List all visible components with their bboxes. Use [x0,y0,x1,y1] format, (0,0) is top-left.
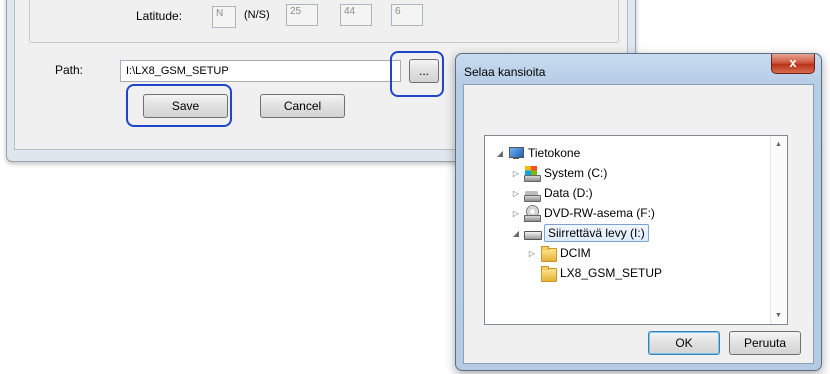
expand-arrow-icon[interactable]: ▷ [511,189,521,198]
tree-scrollbar[interactable]: ▲ ▼ [770,136,787,324]
hemisphere-hint: (N/S) [244,9,270,21]
close-icon: x [789,55,797,70]
peruuta-button[interactable]: Peruuta [729,331,801,355]
latitude-label: Latitude: [136,9,183,23]
folder-icon [540,245,557,262]
tree-item-label-selected: Siirrettävä levy (I:) [544,224,649,242]
scroll-down-icon[interactable]: ▼ [775,312,782,319]
tree-item-label: System (C:) [544,166,608,180]
path-input[interactable]: I:\LX8_GSM_SETUP [120,60,401,82]
computer-icon [508,145,524,161]
latitude-seconds-field[interactable]: 6 [391,4,423,26]
close-button[interactable]: x [771,54,815,74]
save-highlight-marker [126,84,232,127]
expand-arrow-icon[interactable]: ▷ [511,209,521,218]
coordinates-group: Latitude: N (N/S) 25 44 6 [29,0,619,43]
tree-item-label: DVD-RW-asema (F:) [544,206,655,220]
tree-item-removable-i[interactable]: ◢ Siirrettävä levy (I:) [511,223,649,243]
tree-item-data-d[interactable]: ▷ Data (D:) [511,183,593,203]
folder-browser-dialog: Selaa kansioita x ◢ Tietokone ▷ System (… [455,53,822,371]
scroll-up-icon[interactable]: ▲ [775,141,782,148]
latitude-hemisphere-field[interactable]: N [212,6,236,28]
tree-item-label: Data (D:) [544,186,593,200]
latitude-minutes-field[interactable]: 44 [340,4,372,26]
collapse-arrow-icon[interactable]: ◢ [495,149,505,158]
dvd-drive-icon [524,205,541,222]
folder-tree[interactable]: ◢ Tietokone ▷ System (C:) ▷ Data (D:) ▷ … [484,135,788,325]
tree-item-dvd-f[interactable]: ▷ DVD-RW-asema (F:) [511,203,655,223]
expand-arrow-icon[interactable]: ▷ [527,249,537,258]
ok-button[interactable]: OK [648,331,720,355]
tree-item-system-c[interactable]: ▷ System (C:) [511,163,607,183]
tree-item-label: Tietokone [528,146,581,160]
browse-highlight-marker [390,51,444,97]
dialog-body: ◢ Tietokone ▷ System (C:) ▷ Data (D:) ▷ … [463,84,814,364]
tree-item-lx8-gsm-setup[interactable]: LX8_GSM_SETUP [527,263,662,283]
tree-item-dcim[interactable]: ▷ DCIM [527,243,591,263]
latitude-degrees-field[interactable]: 25 [286,4,318,26]
removable-drive-icon [524,225,542,241]
cancel-button[interactable]: Cancel [260,94,345,118]
collapse-arrow-icon[interactable]: ◢ [511,229,521,238]
windows-drive-icon [524,165,541,182]
tree-item-label: LX8_GSM_SETUP [560,266,663,280]
dialog-title: Selaa kansioita [464,65,546,79]
folder-icon [540,265,557,282]
hard-drive-icon [524,185,541,202]
expand-arrow-icon[interactable]: ▷ [511,169,521,178]
tree-item-label: DCIM [560,246,591,260]
tree-item-computer[interactable]: ◢ Tietokone [495,143,580,163]
path-label: Path: [55,63,84,77]
